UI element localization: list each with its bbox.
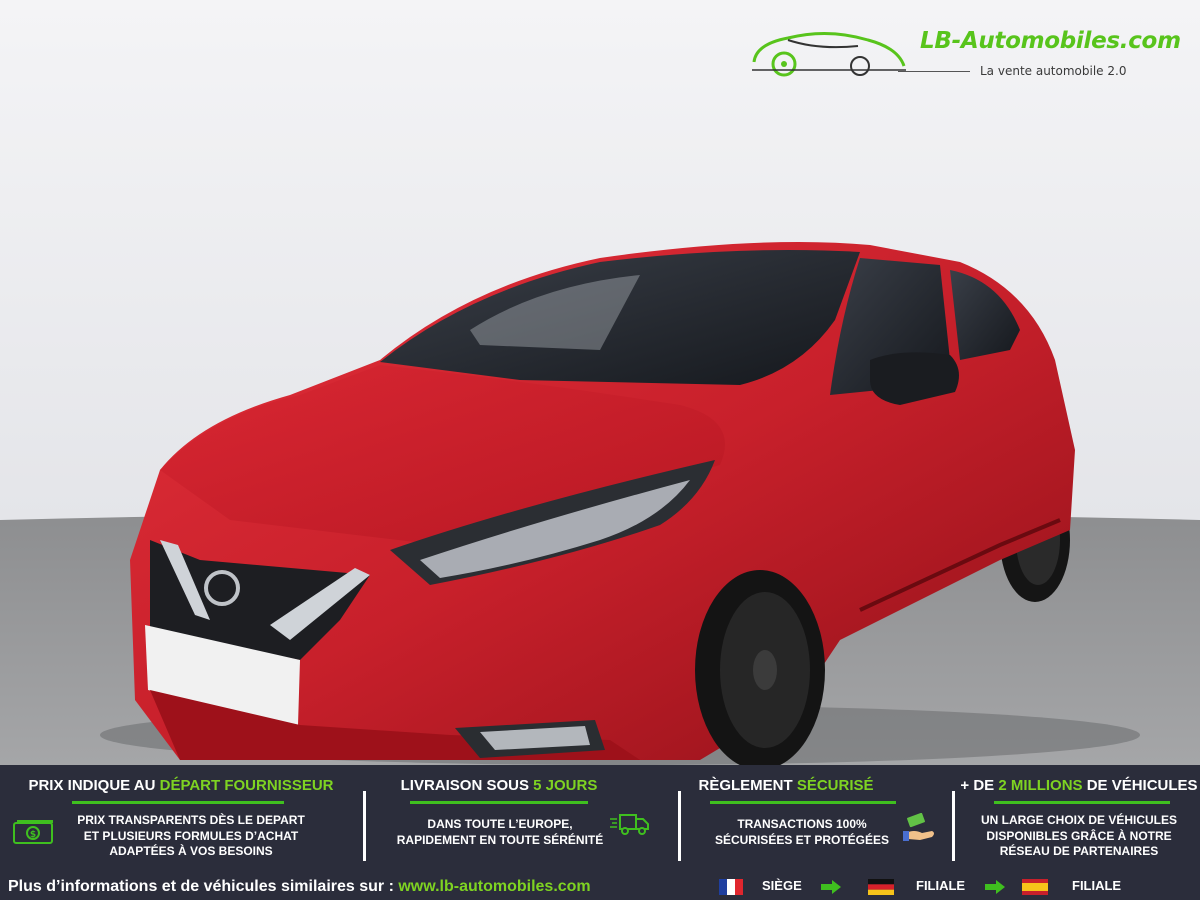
website-link[interactable]: www.lb-automobiles.com (398, 878, 590, 895)
arrow-right-icon (821, 880, 841, 894)
arrow-right-icon (985, 880, 1005, 894)
feature-delivery-title: LIVRAISON SOUS 5 JOURS (400, 777, 598, 794)
logo-divider (898, 71, 970, 72)
feature-delivery-rule (410, 801, 588, 804)
delivery-truck-icon (610, 814, 649, 835)
feature-price-body: PRIX TRANSPARENTS DÈS LE DEPART ET PLUSI… (77, 813, 305, 858)
footer-text: Plus d’informations et de véhicules simi… (8, 878, 399, 895)
branch-label-hq: SIÈGE (762, 878, 802, 893)
feature-vehicles-title: + DE 2 MILLIONS DE VÉHICULES (960, 777, 1198, 794)
brand-logo: LB-Automobiles.com La vente automobile 2… (748, 22, 1198, 82)
banknote-icon: $ (13, 820, 53, 844)
feature-delivery: LIVRAISON SOUS 5 JOURS DANS TOUTE L’EURO… (368, 765, 680, 870)
france-flag-icon (719, 879, 743, 895)
logo-tagline: La vente automobile 2.0 (980, 64, 1127, 78)
germany-flag-icon (868, 879, 894, 895)
feature-payment-rule (710, 801, 896, 804)
feature-price: PRIX INDIQUE AU DÉPART FOURNISSEUR $ PRI… (0, 765, 362, 870)
branch-label-germany: FILIALE (916, 878, 966, 893)
divider (952, 791, 955, 861)
feature-price-title: PRIX INDIQUE AU DÉPART FOURNISSEUR (28, 777, 334, 794)
feature-payment-title: RÈGLEMENT SÉCURISÉ (698, 777, 874, 794)
divider (678, 791, 681, 861)
svg-text:$: $ (30, 830, 36, 840)
feature-vehicles-rule (994, 801, 1170, 804)
feature-payment: RÈGLEMENT SÉCURISÉ TRANSACTIONS 100% SÉC… (684, 765, 952, 870)
feature-payment-body: TRANSACTIONS 100% SÉCURISÉES ET PROTÉGÉE… (714, 817, 890, 847)
branch-label-spain: FILIALE (1072, 878, 1122, 893)
footer-info: Plus d’informations et de véhicules simi… (8, 878, 591, 896)
car-silhouette-icon (752, 32, 906, 77)
money-hand-icon (903, 813, 934, 841)
feature-vehicles-body: UN LARGE CHOIX DE VÉHICULES DISPONIBLES … (980, 813, 1178, 858)
feature-vehicles: + DE 2 MILLIONS DE VÉHICULES UN LARGE CH… (958, 765, 1200, 870)
logo-wordmark: LB-Automobiles.com (920, 28, 1181, 54)
spain-flag-icon (1022, 879, 1048, 895)
info-banner: PRIX INDIQUE AU DÉPART FOURNISSEUR $ PRI… (0, 765, 1200, 900)
feature-delivery-body: DANS TOUTE L’EUROPE, RAPIDEMENT EN TOUTE… (396, 817, 604, 847)
divider (363, 791, 366, 861)
car-photo (0, 0, 1200, 765)
car-photo-illustration (0, 0, 1200, 765)
feature-price-rule (72, 801, 284, 804)
